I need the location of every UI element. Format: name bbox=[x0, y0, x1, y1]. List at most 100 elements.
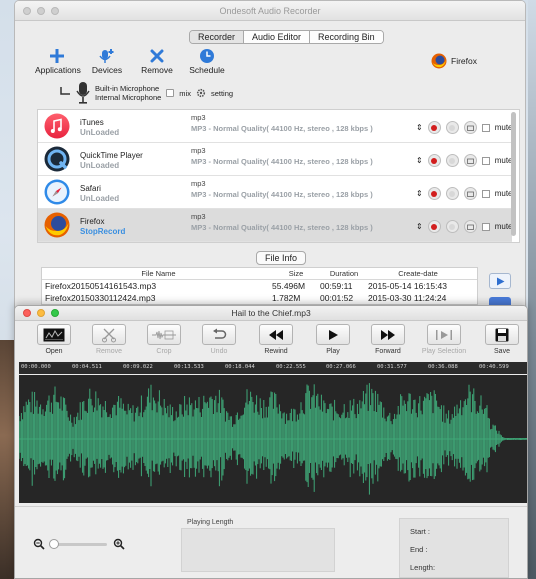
source-format[interactable]: mp3 bbox=[191, 113, 206, 122]
waveform-display[interactable] bbox=[19, 375, 527, 503]
record-button[interactable] bbox=[427, 220, 441, 233]
mute-checkbox[interactable] bbox=[481, 156, 490, 165]
source-list-scrollbar[interactable] bbox=[511, 112, 516, 236]
col-size[interactable]: Size bbox=[272, 269, 320, 278]
format-stepper-icon[interactable]: ⇕ bbox=[416, 156, 423, 165]
source-quality[interactable]: MP3 - Normal Quality( 44100 Hz, stereo ,… bbox=[191, 190, 373, 199]
source-name: iTunes bbox=[80, 118, 104, 127]
format-stepper-icon[interactable]: ⇕ bbox=[416, 222, 423, 231]
timeline-tick: 00:04.511 bbox=[72, 364, 102, 370]
recorder-window: Ondesoft Audio Recorder Recorder Audio E… bbox=[14, 0, 526, 330]
editor-zoom-button[interactable] bbox=[51, 309, 59, 317]
source-quality[interactable]: MP3 - Normal Quality( 44100 Hz, stereo ,… bbox=[191, 157, 373, 166]
source-quality[interactable]: MP3 - Normal Quality( 44100 Hz, stereo ,… bbox=[191, 223, 373, 232]
save-icon bbox=[495, 328, 509, 341]
zoom-in-icon[interactable] bbox=[113, 538, 125, 550]
size-cell: 55.496M bbox=[272, 281, 306, 291]
editor-close-button[interactable] bbox=[23, 309, 31, 317]
timeline-tick: 00:40.599 bbox=[479, 364, 509, 370]
itunes-icon bbox=[44, 113, 70, 139]
stop-button[interactable] bbox=[445, 154, 459, 167]
forward-button[interactable]: Forward bbox=[363, 324, 413, 355]
gear-icon[interactable] bbox=[196, 88, 206, 98]
audio-editor-window: Hail to the Chief.mp3 Open Remove Crop U… bbox=[14, 305, 528, 579]
tab-recorder[interactable]: Recorder bbox=[190, 31, 245, 43]
firefox-icon bbox=[431, 53, 447, 69]
format-stepper-icon[interactable]: ⇕ bbox=[416, 123, 423, 132]
remove-label: Remove bbox=[141, 65, 173, 75]
crop-label: Crop bbox=[156, 348, 172, 355]
rewind-button[interactable]: Rewind bbox=[251, 324, 301, 355]
mix-checkbox[interactable] bbox=[166, 89, 175, 97]
record-button[interactable] bbox=[427, 121, 441, 134]
record-button[interactable] bbox=[427, 187, 441, 200]
table-row[interactable]: Firefox20150514161543.mp3 55.496M 00:59:… bbox=[42, 280, 477, 292]
window-title: Ondesoft Audio Recorder bbox=[219, 6, 321, 16]
record-button[interactable] bbox=[427, 154, 441, 167]
zoom-out-icon[interactable] bbox=[33, 538, 45, 550]
play-button[interactable]: Play bbox=[308, 324, 358, 355]
duration-cell: 00:59:11 bbox=[320, 281, 353, 291]
file-info-button[interactable]: File Info bbox=[256, 251, 307, 265]
tab-recording-bin[interactable]: Recording Bin bbox=[310, 31, 383, 43]
undo-button[interactable]: Undo bbox=[194, 324, 244, 355]
crop-button[interactable]: Crop bbox=[139, 324, 189, 355]
setting-label[interactable]: setting bbox=[211, 89, 233, 98]
file-table: File Name Size Duration Create-date Fire… bbox=[41, 267, 478, 305]
mute-checkbox[interactable] bbox=[481, 222, 490, 231]
col-create-date[interactable]: Create-date bbox=[368, 269, 468, 278]
mute-checkbox[interactable] bbox=[481, 123, 490, 132]
zoom-window-button[interactable] bbox=[51, 7, 59, 15]
source-row-firefox[interactable]: Firefox StopRecord mp3 MP3 - Normal Qual… bbox=[38, 209, 513, 242]
source-row-safari[interactable]: Safari UnLoaded mp3 MP3 - Normal Quality… bbox=[38, 176, 513, 209]
timeline-tick: 00:22.555 bbox=[276, 364, 306, 370]
source-row-itunes[interactable]: iTunes UnLoaded mp3 MP3 - Normal Quality… bbox=[38, 110, 513, 143]
play-icon bbox=[496, 277, 504, 285]
remove-segment-button[interactable]: Remove bbox=[84, 324, 134, 355]
folder-button[interactable] bbox=[463, 187, 477, 200]
devices-button[interactable]: Devices bbox=[85, 47, 129, 75]
minimize-window-button[interactable] bbox=[37, 7, 45, 15]
table-row[interactable]: Firefox20150330112424.mp3 1.782M 00:01:5… bbox=[42, 292, 477, 304]
play-selection-button[interactable]: Play Selection bbox=[419, 324, 469, 355]
play-file-button[interactable] bbox=[489, 273, 511, 289]
remove-button[interactable]: Remove bbox=[135, 47, 179, 75]
col-duration[interactable]: Duration bbox=[320, 269, 368, 278]
zoom-slider-knob[interactable] bbox=[49, 538, 59, 549]
open-button[interactable]: Open bbox=[29, 324, 79, 355]
crop-icon bbox=[152, 330, 176, 339]
open-label: Open bbox=[45, 348, 63, 355]
source-row-quicktime[interactable]: QuickTime Player UnLoaded mp3 MP3 - Norm… bbox=[38, 143, 513, 176]
date-cell: 2015-03-30 11:24:24 bbox=[368, 293, 447, 303]
source-quality[interactable]: MP3 - Normal Quality( 44100 Hz, stereo ,… bbox=[191, 124, 373, 133]
editor-minimize-button[interactable] bbox=[37, 309, 45, 317]
col-file-name[interactable]: File Name bbox=[42, 269, 272, 278]
forward-icon bbox=[381, 329, 395, 340]
stop-button[interactable] bbox=[445, 220, 459, 233]
folder-button[interactable] bbox=[463, 220, 477, 233]
applications-label: Applications bbox=[35, 65, 81, 75]
timeline-tick: 00:27.066 bbox=[326, 364, 356, 370]
devices-icon bbox=[85, 47, 129, 65]
source-format[interactable]: mp3 bbox=[191, 212, 206, 221]
stop-button[interactable] bbox=[445, 121, 459, 134]
format-stepper-icon[interactable]: ⇕ bbox=[416, 189, 423, 198]
timeline-ruler[interactable]: 00:00.000 00:04.511 00:09.022 00:13.533 … bbox=[19, 362, 527, 374]
stop-button[interactable] bbox=[445, 187, 459, 200]
save-button[interactable]: Save bbox=[477, 324, 527, 355]
firefox-icon bbox=[44, 212, 70, 238]
folder-button[interactable] bbox=[463, 154, 477, 167]
size-cell: 1.782M bbox=[272, 293, 301, 303]
applications-button[interactable]: Applications bbox=[35, 47, 81, 75]
folder-icon bbox=[466, 224, 474, 230]
source-format[interactable]: mp3 bbox=[191, 179, 206, 188]
mute-checkbox[interactable] bbox=[481, 189, 490, 198]
timeline-tick: 00:18.044 bbox=[225, 364, 255, 370]
source-format[interactable]: mp3 bbox=[191, 146, 206, 155]
remove-segment-label: Remove bbox=[95, 348, 123, 355]
tab-audio-editor[interactable]: Audio Editor bbox=[244, 31, 311, 43]
close-window-button[interactable] bbox=[23, 7, 31, 15]
zoom-slider[interactable] bbox=[49, 538, 107, 549]
folder-button[interactable] bbox=[463, 121, 477, 134]
schedule-button[interactable]: Schedule bbox=[185, 47, 229, 75]
